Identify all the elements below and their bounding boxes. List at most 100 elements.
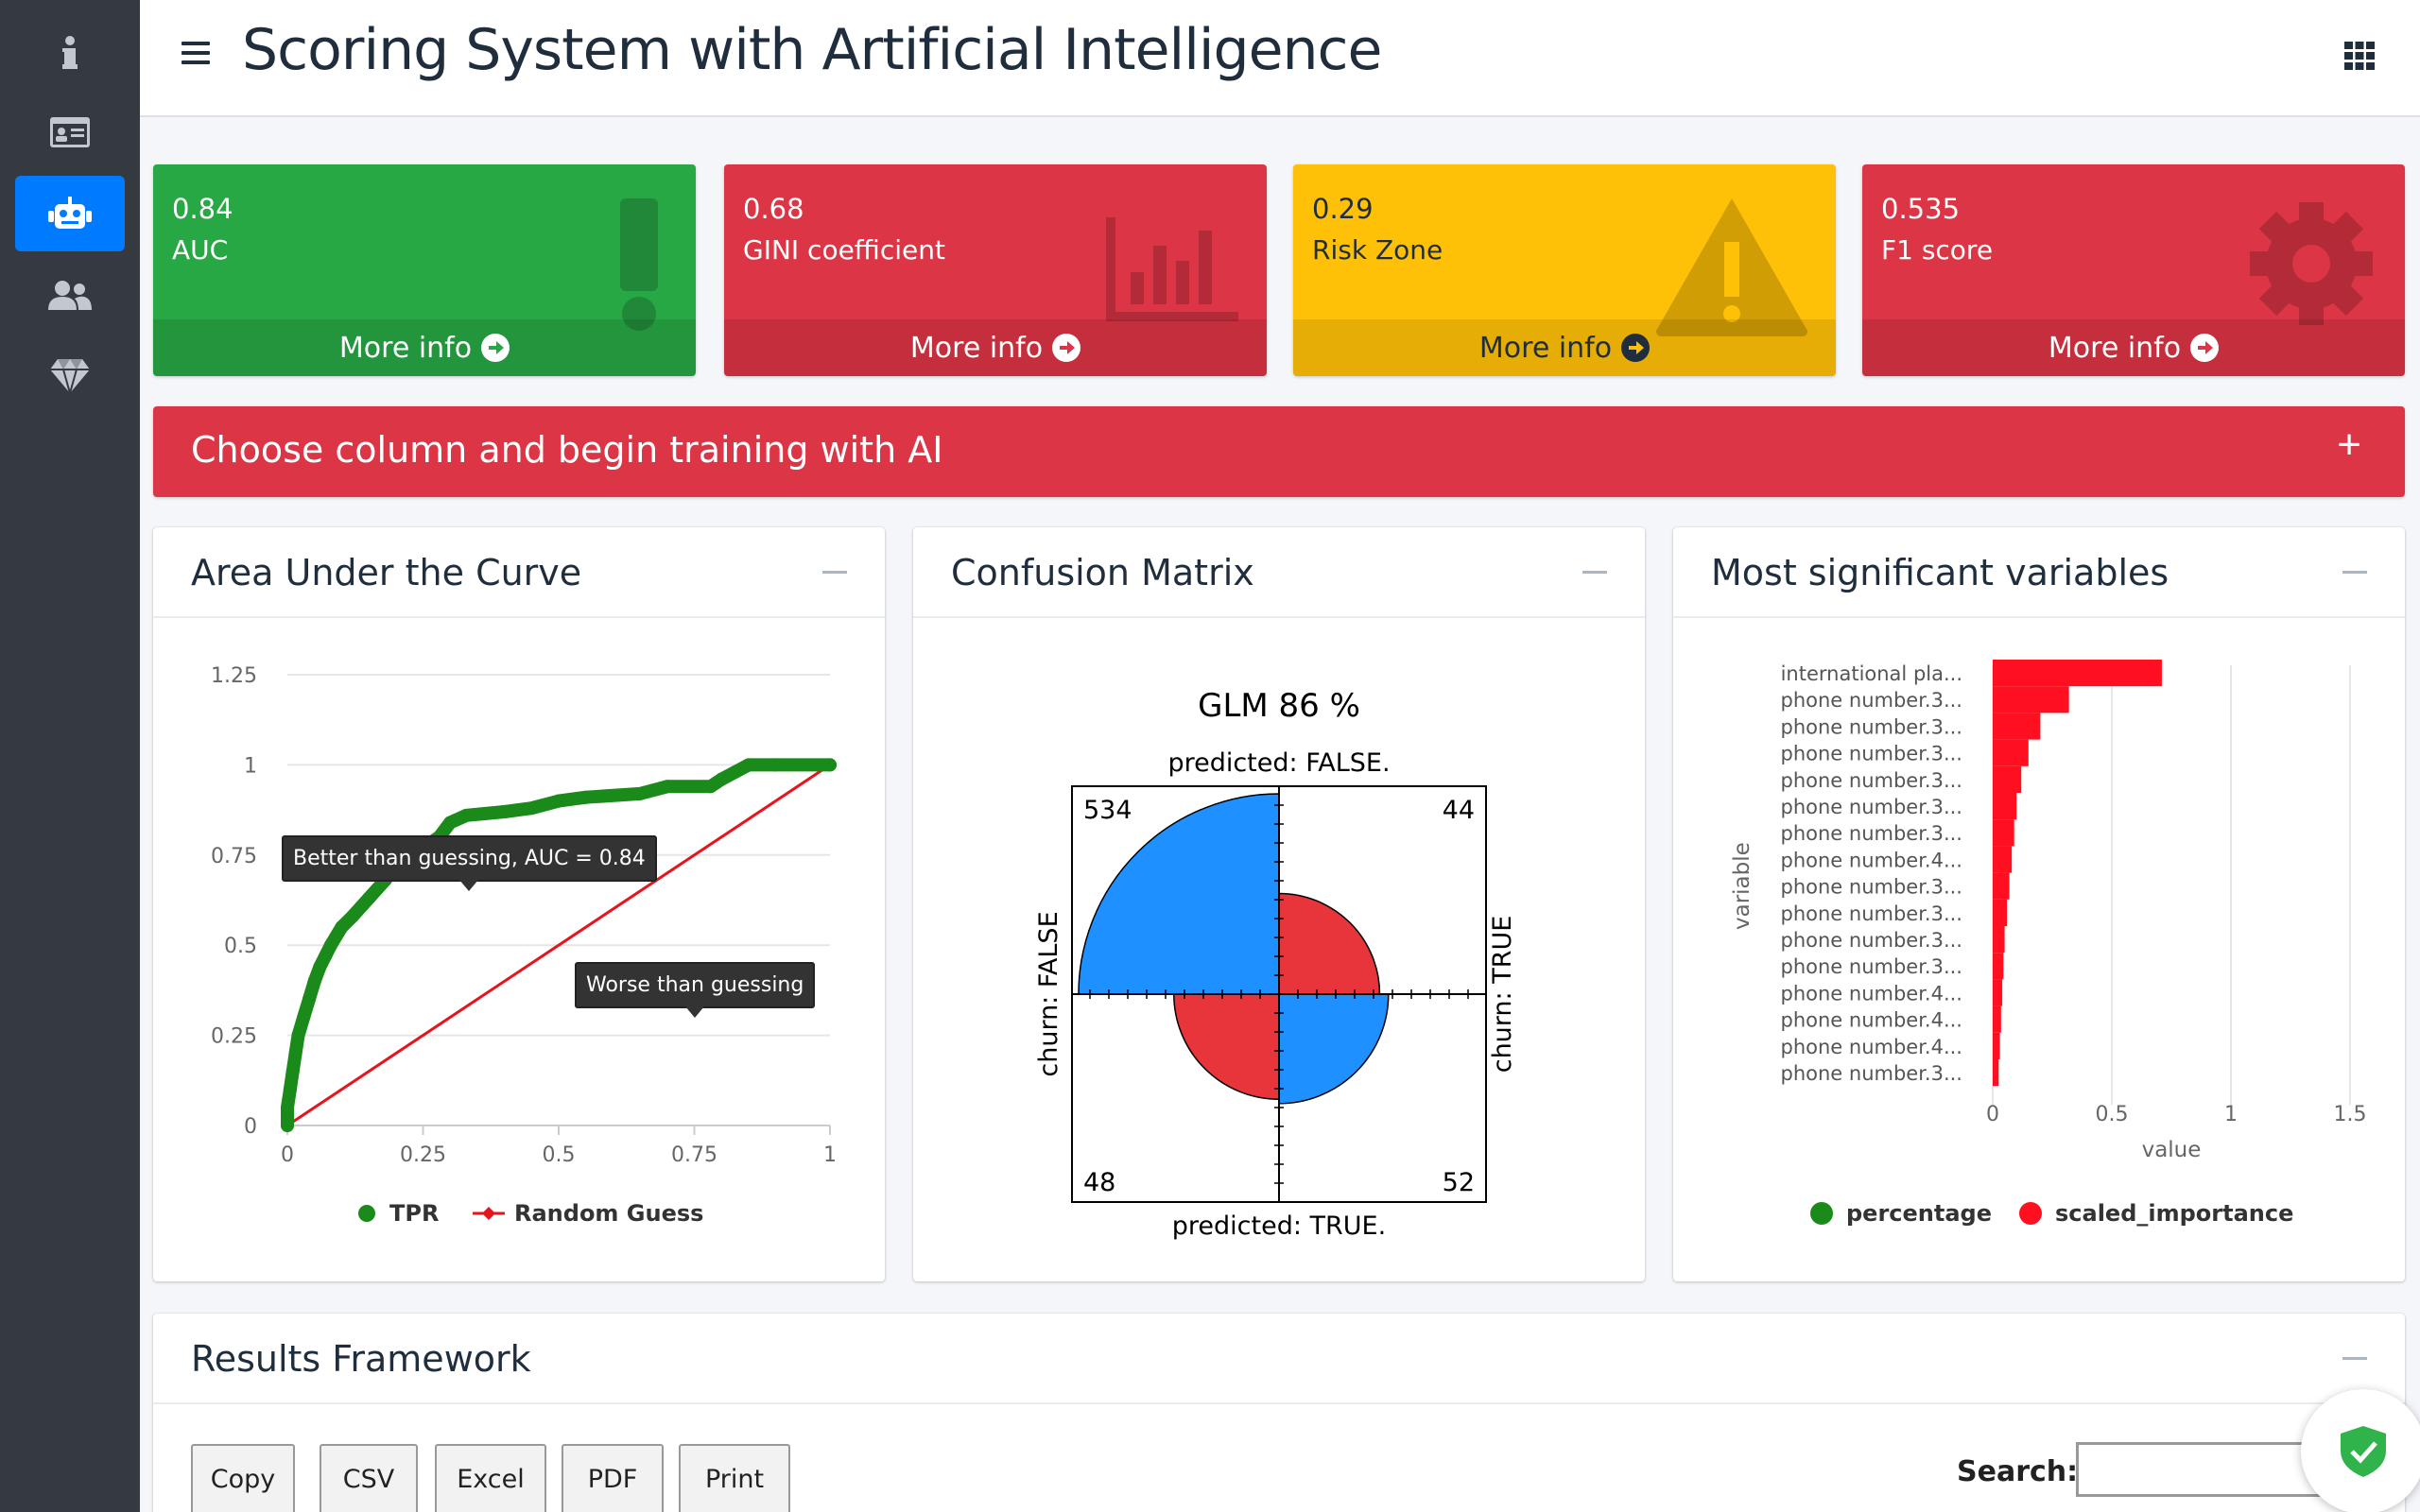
importance-bar: [1993, 899, 2008, 926]
top-label: predicted: FALSE.: [1167, 748, 1390, 778]
gini-info-box: 0.68 GINI coefficient More info: [724, 164, 1267, 376]
tpr-point: [285, 1064, 300, 1078]
security-widget-button[interactable]: [2301, 1389, 2420, 1512]
results-card-title: Results Framework: [191, 1338, 531, 1380]
tpr-point: [552, 794, 565, 808]
variable-label: phone number.4...: [1781, 849, 1963, 871]
x-axis-title: value: [2142, 1138, 2202, 1162]
x-tick-label: 1: [2224, 1103, 2238, 1126]
results-collapse-button[interactable]: [2342, 1357, 2367, 1360]
variable-label: phone number.3...: [1781, 769, 1963, 792]
copy-button[interactable]: Copy: [191, 1444, 295, 1512]
legend-percentage-label: percentage: [1846, 1200, 1992, 1227]
search-label: Search:: [1957, 1455, 2079, 1488]
worse-than-guessing-tooltip: Worse than guessing: [575, 962, 816, 1018]
training-banner[interactable]: Choose column and begin training with AI…: [153, 406, 2405, 497]
auc-more-info-link[interactable]: More info: [153, 319, 696, 376]
gem-icon: [50, 359, 90, 393]
auc-more-info-label: More info: [338, 331, 473, 365]
f1-score-more-info-label: More info: [2048, 331, 2182, 365]
gini-label: GINI coefficient: [743, 234, 946, 266]
print-button[interactable]: Print: [679, 1444, 790, 1512]
y-tick-label: 1.25: [211, 664, 257, 688]
tpr-point: [288, 1046, 302, 1060]
importance-bar: [1993, 846, 2013, 873]
gini-value: 0.68: [743, 193, 804, 225]
sidebar-item-id-card[interactable]: [15, 94, 125, 170]
importance-bar: [1993, 953, 2004, 980]
tpr-point: [335, 920, 349, 935]
better-than-guessing-tooltip: Better than guessing, AUC = 0.84: [282, 835, 657, 891]
auc-card-title: Area Under the Curve: [191, 552, 582, 593]
tpr-point: [362, 891, 376, 905]
gini-more-info-label: More info: [909, 331, 1044, 365]
cell-count: 44: [1443, 796, 1475, 825]
tpr-point: [345, 909, 359, 923]
tpr-point: [297, 1010, 311, 1024]
risk-zone-more-info-link[interactable]: More info: [1293, 319, 1836, 376]
sidebar-item-users[interactable]: [15, 257, 125, 333]
pdf-button[interactable]: PDF: [562, 1444, 664, 1512]
bottom-label: predicted: TRUE.: [1172, 1211, 1386, 1241]
f1-score-label: F1 score: [1881, 234, 1994, 266]
variable-label: phone number.3...: [1781, 715, 1963, 738]
confusion-collapse-button[interactable]: [1582, 571, 1607, 574]
variable-label: phone number.3...: [1781, 822, 1963, 845]
importance-bar: [1993, 926, 2005, 954]
gear-icon: [2250, 202, 2373, 325]
importance-bar: [1993, 793, 2017, 820]
excel-button[interactable]: Excel: [435, 1444, 546, 1512]
quadrant-bottom-left: [1173, 993, 1280, 1100]
expand-button[interactable]: +: [2337, 421, 2361, 469]
gini-more-info-link[interactable]: More info: [724, 319, 1267, 376]
y-axis-title: variable: [1730, 842, 1754, 930]
tpr-point: [307, 974, 321, 988]
importance-bar: [1993, 660, 2162, 687]
menu-toggle-icon[interactable]: [182, 42, 210, 70]
x-tick-label: 0.25: [400, 1143, 446, 1167]
sidebar-item-info[interactable]: [15, 15, 125, 91]
tpr-point: [281, 1100, 294, 1114]
results-card-header: Results Framework: [153, 1314, 2405, 1404]
confusion-matrix-chart: GLM 86 % predicted: FALSE. predicted: TRUE…: [1034, 687, 1517, 1241]
risk-zone-label: Risk Zone: [1312, 234, 1443, 266]
id-card-icon: [50, 117, 90, 147]
auc-label: AUC: [172, 234, 229, 266]
legend-random-marker: [482, 1207, 495, 1220]
tpr-point: [703, 780, 717, 794]
variable-label: international pla...: [1781, 662, 1962, 685]
confusion-card: Confusion Matrix GLM 86 % predicted: FALS…: [913, 527, 1645, 1281]
tpr-point: [579, 790, 593, 804]
importance-bar: [1993, 739, 2029, 766]
variable-label: phone number.3...: [1781, 1062, 1963, 1085]
variable-label: phone number.4...: [1781, 1036, 1963, 1058]
variable-label: phone number.3...: [1781, 743, 1963, 765]
apps-grid-icon[interactable]: [2344, 42, 2375, 70]
variable-label: phone number.4...: [1781, 1009, 1963, 1032]
tpr-point: [459, 808, 474, 822]
sidebar-item-gem[interactable]: [15, 338, 125, 414]
importance-bar: [1993, 819, 2014, 847]
f1-score-value: 0.535: [1881, 193, 1961, 225]
tpr-point: [769, 758, 783, 772]
importance-bar: [1993, 872, 2010, 900]
variables-collapse-button[interactable]: [2342, 571, 2367, 574]
tpr-point: [291, 1028, 305, 1042]
f1-score-more-info-link[interactable]: More info: [1862, 319, 2405, 376]
risk-zone-more-info-label: More info: [1478, 331, 1613, 365]
csv-button[interactable]: CSV: [320, 1444, 418, 1512]
top-navbar: Scoring System with Artificial Intellige…: [140, 0, 2420, 117]
arrow-circle-right-icon: [2190, 334, 2220, 362]
tpr-point: [323, 938, 337, 953]
auc-info-box: 0.84 AUC More info: [153, 164, 696, 376]
sidebar-item-robot[interactable]: [15, 176, 125, 251]
cell-count: 534: [1083, 796, 1132, 825]
x-tick-label: 0: [1986, 1103, 1999, 1126]
tpr-point: [525, 801, 539, 816]
y-tick-label: 0.25: [211, 1025, 257, 1049]
y-tick-label: 0.5: [224, 935, 257, 958]
auc-collapse-button[interactable]: [822, 571, 847, 574]
importance-bar: [1993, 686, 2069, 713]
y-tick-label: 1: [244, 754, 257, 778]
tpr-point: [715, 772, 729, 786]
